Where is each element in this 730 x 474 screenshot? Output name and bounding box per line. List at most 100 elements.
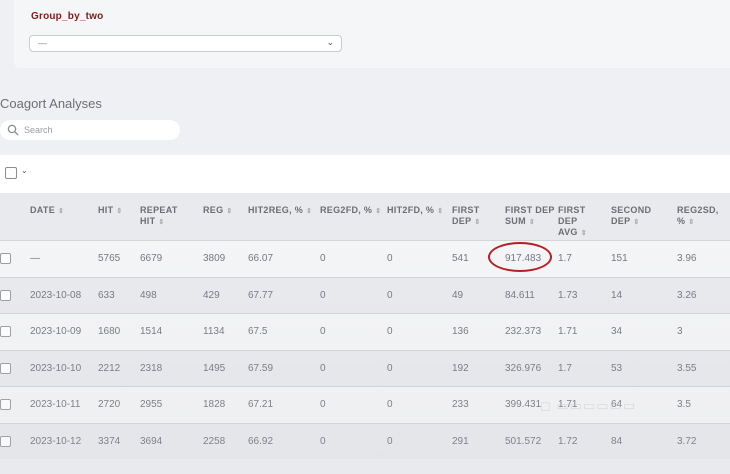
search-input[interactable]	[24, 123, 164, 137]
table-cell: 633	[98, 289, 115, 301]
row-checkbox[interactable]	[0, 326, 11, 337]
table-cell: 2023-10-12	[30, 435, 82, 447]
select-all-checkbox[interactable]	[5, 167, 17, 179]
table-cell: 53	[611, 362, 623, 374]
table-cell: 1.73	[558, 289, 578, 301]
table-cell: 2720	[98, 399, 121, 410]
sort-icon[interactable]: ⇕	[474, 219, 480, 226]
sort-icon[interactable]: ⇕	[116, 208, 122, 215]
column-header[interactable]: SECOND DEP ⇕	[611, 205, 673, 228]
search-icon	[7, 124, 19, 136]
table-cell: 232.373	[505, 326, 542, 337]
table-cell: 34	[611, 326, 623, 337]
chevron-down-icon: ⌄	[326, 37, 334, 47]
sort-icon[interactable]: ⇕	[158, 219, 164, 226]
table-cell: 0	[320, 326, 326, 337]
table-cell: 67.5	[248, 326, 268, 337]
table-cell: 151	[611, 253, 628, 264]
column-header[interactable]: FIRST DEP AVG ⇕	[558, 205, 606, 239]
sort-icon[interactable]: ⇕	[529, 219, 535, 226]
column-header-label: HIT2REG, %	[248, 205, 304, 215]
table-cell: 192	[452, 362, 469, 374]
table-cell: 1495	[203, 362, 226, 374]
row-checkbox[interactable]	[0, 289, 11, 301]
table-row[interactable]: 2023-10-10 2212 2318 1495 67.59 0 0 192 326.976 1…	[0, 349, 730, 386]
search-box[interactable]	[0, 120, 180, 140]
table-row[interactable]: 2023-10-08 633 498 429 67.77 0 0 49 84.611 1.73 14…	[0, 276, 730, 313]
column-header-label: DATE	[30, 205, 56, 215]
sort-icon[interactable]: ⇕	[306, 208, 312, 215]
table-cell: 3	[677, 326, 683, 337]
table-cell: 0	[320, 362, 326, 374]
row-checkbox[interactable]	[0, 362, 11, 374]
table-cell: 66.92	[248, 435, 274, 447]
column-header[interactable]: REG ⇕	[203, 205, 243, 217]
table-cell: 14	[611, 289, 623, 301]
table-cell: 3.5	[677, 399, 691, 410]
section-title: Coagort Analyses	[0, 96, 102, 111]
column-header[interactable]: FIRST DEP SUM ⇕	[505, 205, 555, 228]
table-cell: 1.7	[558, 362, 572, 374]
table-cell: 3374	[98, 435, 121, 447]
row-checkbox[interactable]	[0, 435, 11, 447]
column-header[interactable]: REPEAT HIT ⇕	[140, 205, 198, 228]
column-header-label: HIT2FD, %	[387, 205, 435, 215]
table-cell: 67.21	[248, 399, 274, 410]
table-cell: 0	[320, 435, 326, 447]
chevron-down-icon[interactable]: ⌄	[21, 166, 28, 175]
table-cell: 291	[452, 435, 469, 447]
table-cell: 399.431	[505, 399, 542, 410]
row-checkbox[interactable]	[0, 253, 11, 264]
column-header-label: REG2FD, %	[320, 205, 373, 215]
table-cell: 2023-10-08	[30, 289, 82, 301]
table-cell: 1514	[140, 326, 163, 337]
table-cell: 6679	[140, 253, 163, 264]
table-cell: 3.96	[677, 253, 697, 264]
sort-icon[interactable]: ⇕	[688, 219, 694, 226]
table-cell: 0	[387, 326, 393, 337]
table-cell: 2258	[203, 435, 226, 447]
table-row[interactable]: —5765 6679 3809 66.07 0 0 541 917.483 1.7 151 3.96	[0, 240, 730, 277]
column-header[interactable]: HIT ⇕	[98, 205, 136, 217]
column-header[interactable]: HIT2FD, % ⇕	[387, 205, 447, 217]
table-cell: 67.77	[248, 289, 274, 301]
column-header-label: REG	[203, 205, 224, 215]
sort-icon[interactable]: ⇕	[58, 208, 64, 215]
table-cell: 0	[387, 289, 393, 301]
table-cell: 3.55	[677, 362, 697, 374]
table-body: —5765 6679 3809 66.07 0 0 541 917.483 1.7 151 3.96…	[0, 240, 730, 459]
column-header[interactable]: FIRST DEP ⇕	[452, 205, 500, 228]
watermark: ◻ ▭▭▭▭▭▭	[540, 398, 637, 413]
table-cell: 233	[452, 399, 469, 410]
column-header[interactable]: HIT2REG, % ⇕	[248, 205, 314, 217]
table-row[interactable]: 2023-10-12 3374 3694 2258 66.92 0 0 291 501.572 1…	[0, 422, 730, 459]
table-cell: 1680	[98, 326, 121, 337]
sort-icon[interactable]: ⇕	[633, 219, 639, 226]
table-toolbar: ⌄	[0, 155, 730, 193]
column-header[interactable]: DATE ⇕	[30, 205, 90, 217]
column-header-label: SECOND DEP	[611, 205, 652, 226]
table-cell: 2023-10-11	[30, 399, 81, 410]
column-header[interactable]: REG2FD, % ⇕	[320, 205, 382, 217]
sort-icon[interactable]: ⇕	[437, 208, 443, 215]
table-cell: 0	[387, 399, 393, 410]
table-cell: 136	[452, 326, 469, 337]
table-cell: 501.572	[505, 435, 542, 447]
column-header-label: REG2SD, %	[677, 205, 719, 226]
table-cell: 66.07	[248, 253, 274, 264]
table-header: DATE ⇕ HIT ⇕ REPEAT HIT ⇕ REG ⇕ HIT2REG, % ⇕ REG2F…	[0, 193, 730, 240]
sort-icon[interactable]: ⇕	[226, 208, 232, 215]
table-cell: 2212	[98, 362, 121, 374]
column-header[interactable]: REG2SD, % ⇕	[677, 205, 727, 228]
table-cell: 67.59	[248, 362, 274, 374]
table-cell: 3694	[140, 435, 163, 447]
row-checkbox[interactable]	[0, 399, 11, 410]
table-cell: 49	[452, 289, 464, 301]
group-by-select[interactable]: — ⌄	[29, 35, 342, 52]
sort-icon[interactable]: ⇕	[375, 208, 381, 215]
sort-icon[interactable]: ⇕	[581, 230, 587, 237]
table-cell: 1.71	[558, 326, 578, 337]
table-cell: —	[30, 253, 40, 264]
table-cell: 0	[387, 362, 393, 374]
table-row[interactable]: 2023-10-09 1680 1514 1134 67.5 0 0 136 232.373 1.…	[0, 313, 730, 350]
